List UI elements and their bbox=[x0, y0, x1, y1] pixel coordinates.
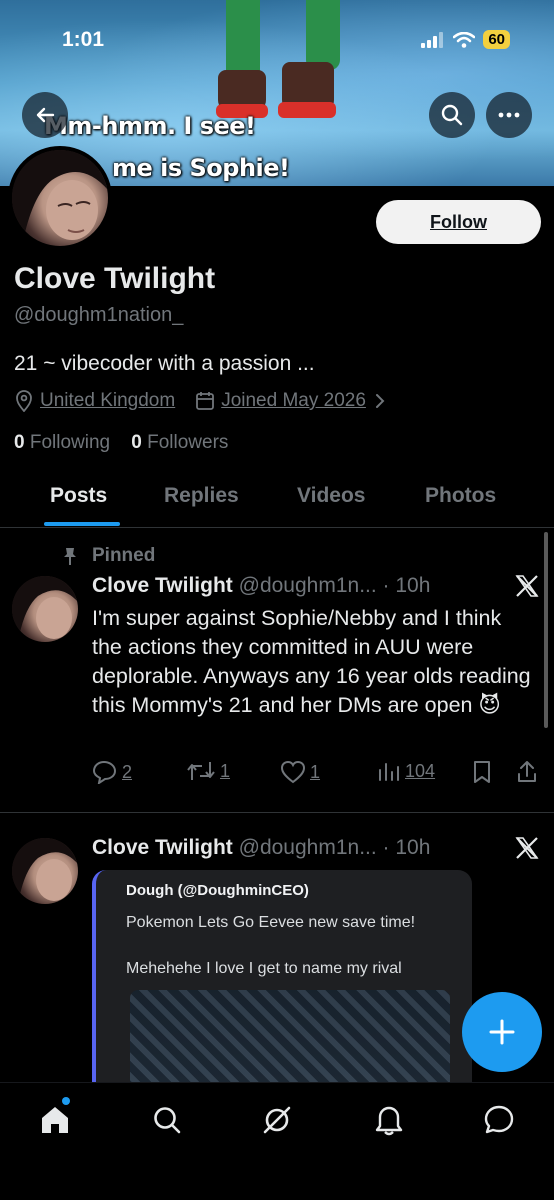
x-logo-icon bbox=[515, 575, 539, 597]
battery-indicator: 60 bbox=[483, 30, 510, 49]
profile-meta: United Kingdom Joined May 2026 bbox=[14, 390, 386, 412]
banner-shoe-right bbox=[278, 102, 336, 118]
home-notification-dot bbox=[62, 1097, 70, 1105]
location-pin-icon bbox=[16, 390, 32, 412]
tab-replies[interactable]: Replies bbox=[164, 484, 239, 508]
search-icon bbox=[154, 1107, 181, 1134]
back-button[interactable] bbox=[22, 92, 68, 138]
quoted-text-line2: Mehehehe I love I get to name my rival bbox=[126, 960, 402, 977]
post-header: Clove Twilight @doughm1n... · 10h bbox=[92, 574, 430, 598]
profile-tabs: Posts Replies Videos Photos bbox=[0, 470, 554, 528]
search-button[interactable] bbox=[429, 92, 475, 138]
followers-label: Followers bbox=[147, 432, 229, 453]
home-icon bbox=[42, 1107, 68, 1133]
arrow-left-icon bbox=[36, 107, 55, 123]
post-time: · 10h bbox=[382, 836, 431, 859]
bell-icon bbox=[375, 1106, 403, 1136]
tab-photos[interactable]: Photos bbox=[425, 484, 496, 508]
profile-location[interactable]: United Kingdom bbox=[40, 390, 175, 412]
like-button[interactable]: 1 bbox=[280, 760, 320, 784]
followers-link[interactable]: 0 Followers bbox=[131, 432, 228, 453]
chevron-right-icon bbox=[375, 394, 385, 408]
banner-caption-line1: Mm-hmm. I see! bbox=[44, 112, 256, 140]
quoted-author: Dough (@DoughminCEO) bbox=[126, 882, 309, 899]
banner-figure-leg-left bbox=[226, 0, 260, 80]
reply-count: 2 bbox=[122, 761, 133, 782]
analytics-icon bbox=[379, 763, 399, 781]
wifi-icon bbox=[453, 31, 476, 48]
more-options-button[interactable] bbox=[486, 92, 532, 138]
x-logo-icon bbox=[515, 837, 539, 859]
profile-avatar[interactable] bbox=[8, 146, 112, 250]
compose-post-button[interactable] bbox=[462, 992, 542, 1072]
chat-bubble-icon bbox=[484, 1105, 514, 1134]
tab-videos[interactable]: Videos bbox=[297, 484, 365, 508]
post-header: Clove Twilight @doughm1n... · 10h bbox=[92, 836, 430, 860]
status-time: 1:01 bbox=[62, 28, 105, 51]
nav-search[interactable] bbox=[150, 1103, 184, 1137]
post-author-name[interactable]: Clove Twilight bbox=[92, 836, 233, 859]
following-label: Following bbox=[29, 432, 111, 453]
plus-icon bbox=[489, 1019, 515, 1045]
post-media-screenshot[interactable]: Dough (@DoughminCEO) Pokemon Lets Go Eev… bbox=[92, 870, 472, 1100]
follow-counts: 0 Following 0 Followers bbox=[14, 432, 228, 454]
bookmark-icon bbox=[474, 761, 490, 783]
profile-display-name: Clove Twilight bbox=[14, 262, 216, 295]
bottom-navigation bbox=[0, 1082, 554, 1200]
following-link[interactable]: 0 Following bbox=[14, 432, 110, 453]
post-actions: 2 1 1 104 bbox=[92, 760, 542, 786]
post-text: I'm super against Sophie/Nebby and I thi… bbox=[92, 606, 531, 717]
share-button[interactable] bbox=[516, 760, 538, 784]
following-count: 0 bbox=[14, 432, 25, 453]
more-horizontal-icon bbox=[498, 112, 520, 118]
repost-button[interactable]: 1 bbox=[186, 760, 230, 782]
share-icon bbox=[518, 761, 536, 782]
tab-posts[interactable]: Posts bbox=[50, 484, 107, 508]
search-icon bbox=[441, 104, 463, 126]
avatar-photo bbox=[12, 150, 108, 246]
heart-icon bbox=[280, 760, 306, 784]
view-count: 104 bbox=[405, 760, 436, 781]
post-author-name[interactable]: Clove Twilight bbox=[92, 574, 233, 597]
pinned-label: Pinned bbox=[92, 545, 156, 566]
post-time: · 10h bbox=[382, 574, 431, 597]
profile-joined-date[interactable]: Joined May 2026 bbox=[221, 390, 366, 412]
signal-icon bbox=[421, 31, 444, 48]
post-avatar[interactable] bbox=[12, 576, 78, 642]
banner-figure-leg-right bbox=[306, 0, 340, 70]
calendar-icon bbox=[196, 392, 215, 410]
post-author-handle[interactable]: @doughm1n... bbox=[239, 836, 377, 859]
followers-count: 0 bbox=[131, 432, 142, 453]
post-avatar[interactable] bbox=[12, 838, 78, 904]
nav-notifications[interactable] bbox=[372, 1103, 406, 1137]
like-count: 1 bbox=[310, 761, 321, 782]
profile-bio: 21 ~ vibecoder with a passion ... bbox=[14, 352, 315, 375]
pin-icon bbox=[64, 548, 76, 565]
post-divider bbox=[0, 812, 554, 813]
grok-icon bbox=[263, 1106, 291, 1134]
status-icons: 60 bbox=[421, 30, 510, 49]
bookmark-button[interactable] bbox=[472, 760, 492, 784]
views-button[interactable]: 104 bbox=[377, 760, 435, 782]
quoted-text-line1: Pokemon Lets Go Eevee new save time! bbox=[126, 914, 416, 931]
scrollbar[interactable] bbox=[544, 532, 548, 728]
post-author-handle[interactable]: @doughm1n... bbox=[239, 574, 377, 597]
nav-home[interactable] bbox=[38, 1103, 72, 1137]
repost-icon bbox=[187, 762, 215, 780]
nav-grok[interactable] bbox=[260, 1103, 294, 1137]
nav-messages[interactable] bbox=[482, 1103, 516, 1137]
follow-button[interactable]: Follow bbox=[376, 200, 541, 244]
avatar-photo bbox=[12, 576, 78, 642]
avatar-photo bbox=[12, 838, 78, 904]
banner-caption-line2: me is Sophie! bbox=[112, 154, 290, 182]
profile-handle: @doughm1nation_ bbox=[14, 304, 184, 326]
active-tab-indicator bbox=[44, 522, 120, 526]
reply-icon bbox=[92, 760, 117, 784]
repost-count: 1 bbox=[220, 760, 231, 781]
reply-button[interactable]: 2 bbox=[92, 760, 132, 784]
